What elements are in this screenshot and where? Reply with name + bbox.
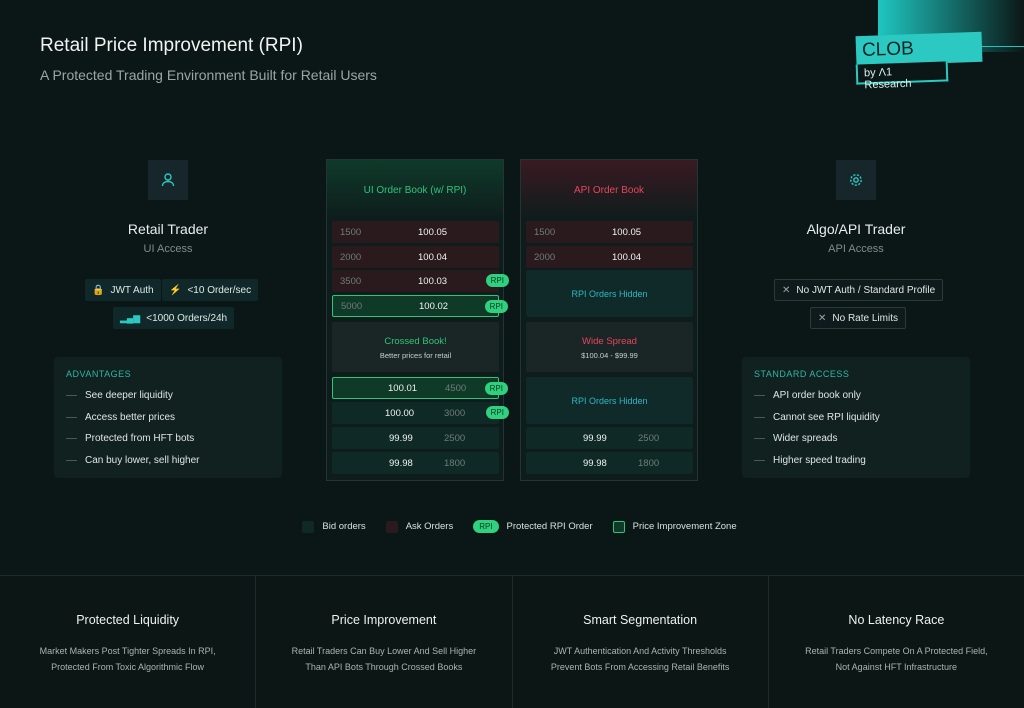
book-title: UI Order Book (w/ RPI) (327, 185, 503, 196)
list-item: API order book only (754, 385, 958, 407)
feature-price-improvement: Price ImprovementRetail Traders Can Buy … (256, 576, 512, 708)
algo-access: API Access (741, 243, 971, 255)
ask-row-improved: 5000100.02RPI (332, 295, 499, 317)
crossed-book-banner: Crossed Book!Better prices for retail (332, 322, 499, 372)
rpi-badge: RPI (486, 274, 509, 287)
rpi-badge: RPI (485, 300, 508, 313)
chip-label: No Rate Limits (832, 313, 898, 324)
chip-label: JWT Auth (110, 285, 153, 296)
features-section: Protected LiquidityMarket Makers Post Ti… (0, 575, 1024, 708)
ask-row-rpi: 3500100.03RPI (332, 270, 499, 292)
feature-protected-liquidity: Protected LiquidityMarket Makers Post Ti… (0, 576, 256, 708)
chip-order-rate: ⚡ <10 Order/sec (162, 279, 258, 301)
logo-line (980, 46, 1024, 47)
rpi-badge: RPI (486, 406, 509, 419)
gear-icon (836, 160, 876, 200)
rpi-hidden-asks: RPI Orders Hidden (526, 270, 693, 317)
chip-label: <1000 Orders/24h (146, 313, 227, 324)
list-item: Cannot see RPI liquidity (754, 407, 958, 429)
ui-order-book: UI Order Book (w/ RPI) 1500100.05 200010… (326, 159, 504, 481)
ask-row: 2000100.04 (332, 246, 499, 268)
list-item: Can buy lower, sell higher (66, 450, 270, 472)
retail-access: UI Access (53, 243, 283, 255)
bid-row: 99.981800 (526, 452, 693, 474)
list-item: See deeper liquidity (66, 385, 270, 407)
user-icon (148, 160, 188, 200)
legend-zone: Price Improvement Zone (613, 520, 737, 533)
list-item: Access better prices (66, 407, 270, 429)
bid-row: 99.981800 (332, 452, 499, 474)
list-item: Wider spreads (754, 428, 958, 450)
list-item: Protected from HFT bots (66, 428, 270, 450)
bar-chart-icon: ▂▄▆ (120, 313, 140, 324)
bid-row: 99.992500 (526, 427, 693, 449)
panel-title: STANDARD ACCESS (754, 369, 958, 379)
feature-smart-segmentation: Smart SegmentationJWT Authentication And… (513, 576, 769, 708)
api-order-book: API Order Book 1500100.05 2000100.04 RPI… (520, 159, 698, 481)
feature-no-latency-race: No Latency RaceRetail Traders Compete On… (769, 576, 1024, 708)
panel-title: ADVANTAGES (66, 369, 270, 379)
rpi-badge: RPI (485, 382, 508, 395)
chip-jwt-auth: 🔒 JWT Auth (85, 279, 161, 301)
ask-row: 1500100.05 (526, 221, 693, 243)
chip-no-jwt: ✕ No JWT Auth / Standard Profile (774, 279, 943, 301)
page-title: Retail Price Improvement (RPI) (40, 35, 303, 57)
bid-row-rpi: 100.003000RPI (332, 402, 499, 424)
standard-access-panel: STANDARD ACCESS API order book only Cann… (742, 357, 970, 478)
wide-spread-banner: Wide Spread$100.04 - $99.99 (526, 322, 693, 372)
ask-row: 2000100.04 (526, 246, 693, 268)
legend-rpi: RPIProtected RPI Order (473, 520, 592, 533)
chip-label: No JWT Auth / Standard Profile (796, 285, 935, 296)
close-icon: ✕ (782, 285, 790, 296)
legend-ask: Ask Orders (386, 520, 454, 533)
ask-row: 1500100.05 (332, 221, 499, 243)
lock-icon: 🔒 (92, 285, 104, 296)
bid-row: 99.992500 (332, 427, 499, 449)
algo-title: Algo/API Trader (741, 221, 971, 237)
bolt-icon: ⚡ (169, 285, 181, 296)
rpi-hidden-bids: RPI Orders Hidden (526, 377, 693, 424)
chip-no-rate-limits: ✕ No Rate Limits (810, 307, 906, 329)
page-subtitle: A Protected Trading Environment Built fo… (40, 67, 377, 83)
bid-row-improved: 100.014500RPI (332, 377, 499, 399)
retail-title: Retail Trader (53, 221, 283, 237)
legend-bid: Bid orders (302, 520, 365, 533)
book-title: API Order Book (521, 185, 697, 196)
legend: Bid orders Ask Orders RPIProtected RPI O… (0, 520, 1024, 533)
logo-title: CLOB Season (856, 32, 983, 66)
chip-label: <10 Order/sec (187, 285, 251, 296)
advantages-panel: ADVANTAGES See deeper liquidity Access b… (54, 357, 282, 478)
list-item: Higher speed trading (754, 450, 958, 472)
close-icon: ✕ (818, 313, 826, 324)
chip-daily-limit: ▂▄▆ <1000 Orders/24h (113, 307, 234, 329)
logo-subtitle: by Λ1 Research (856, 61, 949, 84)
